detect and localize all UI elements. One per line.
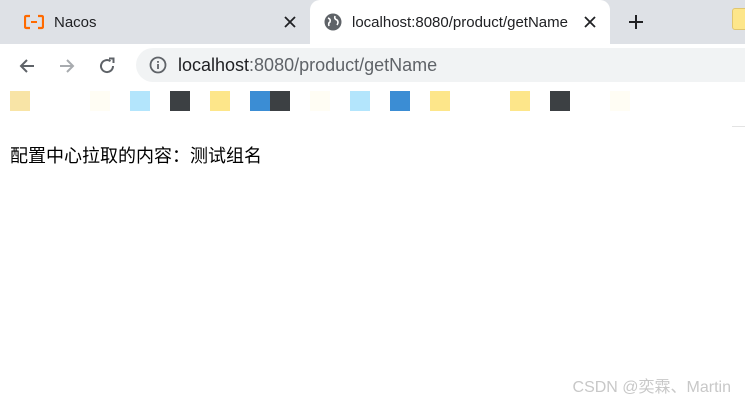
url-path: :8080/product/getName [249, 54, 438, 75]
bookmark-favicon-icon[interactable] [390, 91, 410, 111]
close-tab-icon[interactable] [580, 12, 600, 32]
tab-nacos[interactable]: Nacos [0, 0, 310, 44]
back-arrow-icon [19, 59, 34, 73]
forward-button[interactable] [53, 52, 81, 80]
info-icon[interactable] [148, 55, 168, 75]
tab-strip: Nacos localhost:8080/product/getName [0, 0, 745, 44]
reload-button[interactable] [93, 52, 121, 80]
page-content-text: 配置中心拉取的内容：测试组名 [10, 146, 262, 166]
globe-icon [324, 13, 342, 31]
bookmark-favicon-icon[interactable] [130, 91, 150, 111]
bookmark-favicon-icon[interactable] [250, 91, 270, 111]
bookmark-favicon-icon[interactable] [90, 91, 110, 111]
plus-icon [629, 15, 643, 29]
divider [732, 126, 745, 127]
back-button[interactable] [13, 52, 41, 80]
bookmark-favicon-icon[interactable] [170, 91, 190, 111]
bookmark-favicon-icon[interactable] [210, 91, 230, 111]
watermark: CSDN @奕霖、Martin [572, 379, 731, 396]
address-bar[interactable]: localhost:8080/product/getName [136, 48, 745, 82]
bookmarks-bar [0, 88, 745, 116]
forward-arrow-icon [60, 59, 75, 73]
bookmark-favicon-icon[interactable] [610, 91, 630, 111]
alibaba-cloud-icon [24, 14, 44, 30]
bookmark-favicon-icon[interactable] [10, 91, 30, 111]
url-text: localhost:8080/product/getName [178, 55, 437, 76]
bookmark-favicon-icon[interactable] [510, 91, 530, 111]
bookmark-folder-icon[interactable] [732, 8, 745, 30]
tab-title: localhost:8080/product/getName [352, 13, 568, 31]
bookmark-favicon-icon[interactable] [350, 91, 370, 111]
url-host: localhost [178, 54, 250, 75]
close-tab-icon[interactable] [280, 12, 300, 32]
tab-title: Nacos [54, 13, 97, 31]
new-tab-button[interactable] [622, 8, 650, 36]
bookmark-favicon-icon[interactable] [550, 91, 570, 111]
bookmark-favicon-icon[interactable] [270, 91, 290, 111]
bookmark-favicon-icon[interactable] [310, 91, 330, 111]
tab-localhost[interactable]: localhost:8080/product/getName [310, 0, 610, 44]
bookmark-favicon-icon[interactable] [430, 91, 450, 111]
reload-icon [100, 57, 115, 74]
